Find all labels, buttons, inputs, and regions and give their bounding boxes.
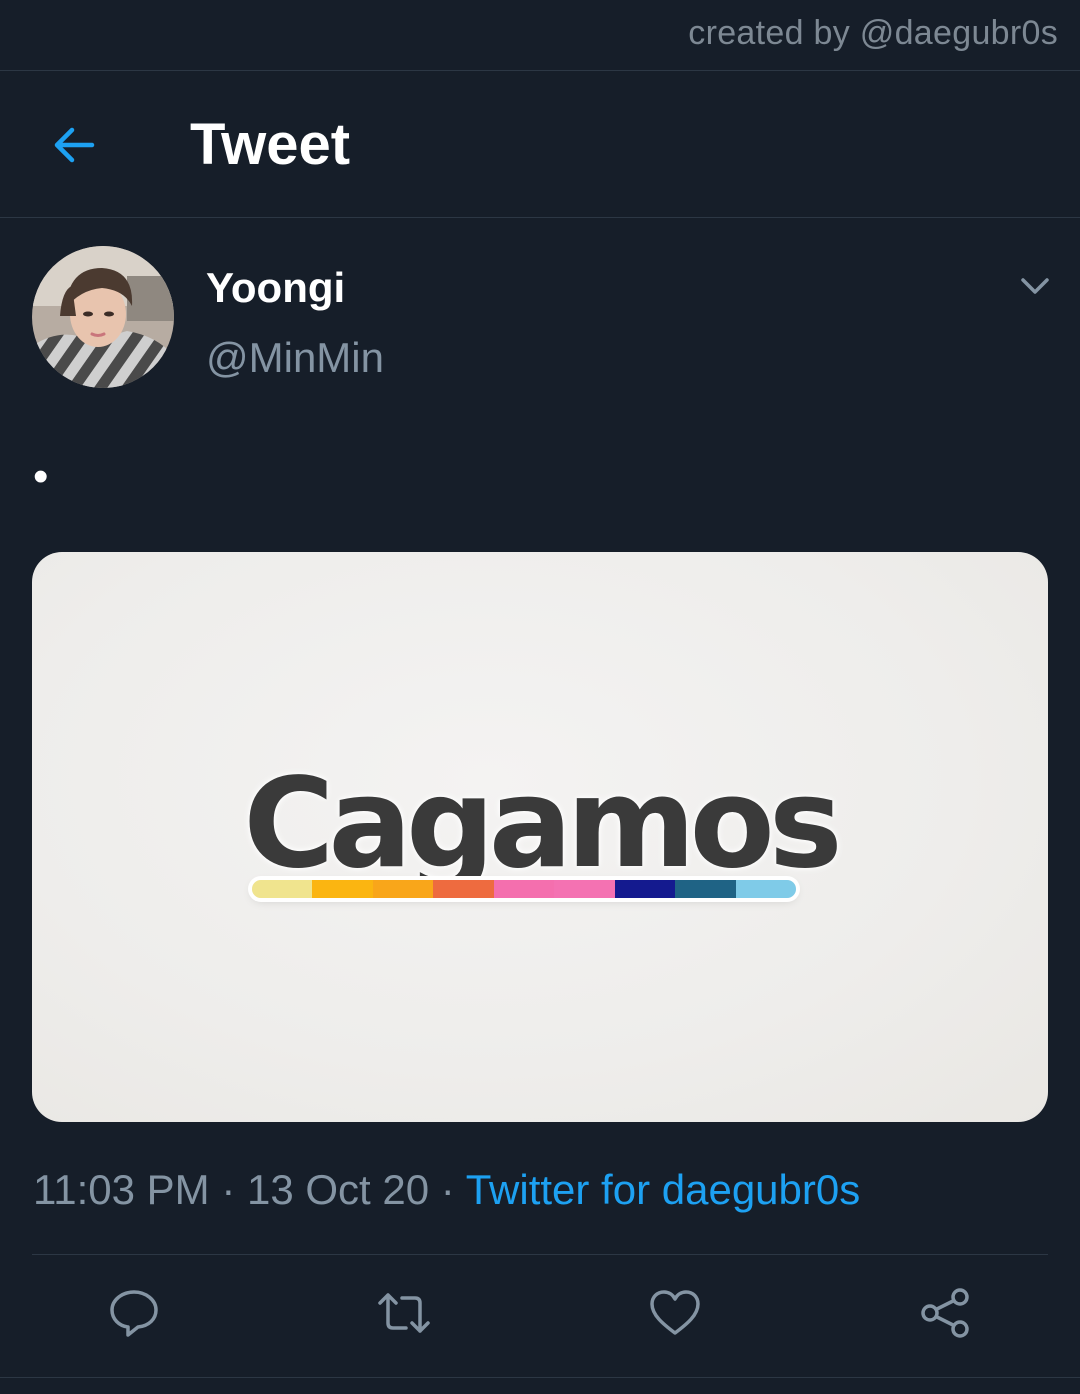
watermark-bar: created by @daegubr0s xyxy=(0,0,1080,71)
meta-separator: · xyxy=(221,1166,236,1213)
media-logo-stripe xyxy=(252,880,796,898)
stripe-segment xyxy=(554,880,615,898)
stripe-segment xyxy=(372,880,434,898)
reply-icon[interactable] xyxy=(106,1285,162,1341)
author-display-name[interactable]: Yoongi xyxy=(206,264,345,312)
tweet-source-link[interactable]: Twitter for daegubr0s xyxy=(466,1166,861,1213)
watermark-text: created by @daegubr0s xyxy=(688,14,1058,52)
retweet-icon[interactable] xyxy=(376,1285,432,1341)
tweet-text: • xyxy=(33,452,49,501)
stripe-segment xyxy=(312,880,373,898)
media-logo-text: Cagamos xyxy=(243,752,842,896)
share-icon[interactable] xyxy=(917,1285,973,1341)
tweet-media-image[interactable]: Cagamos xyxy=(32,552,1048,1122)
divider xyxy=(0,1377,1080,1378)
meta-separator: · xyxy=(440,1166,455,1213)
stripe-segment xyxy=(735,880,796,898)
avatar[interactable] xyxy=(32,246,174,388)
stripe-segment xyxy=(433,880,494,898)
top-app-bar: Tweet xyxy=(0,71,1080,218)
stripe-segment xyxy=(252,880,313,898)
tweet-actions-bar xyxy=(0,1255,1080,1377)
tweet-date: 13 Oct 20 xyxy=(247,1166,430,1213)
arrow-left-icon[interactable] xyxy=(48,119,100,171)
stripe-segment xyxy=(493,880,555,898)
page-title: Tweet xyxy=(190,112,351,177)
author-handle[interactable]: @MinMin xyxy=(206,334,384,382)
tweet-metadata: 11:03 PM · 13 Oct 20 · Twitter for daegu… xyxy=(33,1166,860,1214)
tweet-time: 11:03 PM xyxy=(33,1166,210,1213)
chevron-down-icon[interactable] xyxy=(1016,268,1054,306)
stripe-segment xyxy=(614,880,676,898)
like-icon[interactable] xyxy=(647,1285,703,1341)
stripe-segment xyxy=(675,880,736,898)
